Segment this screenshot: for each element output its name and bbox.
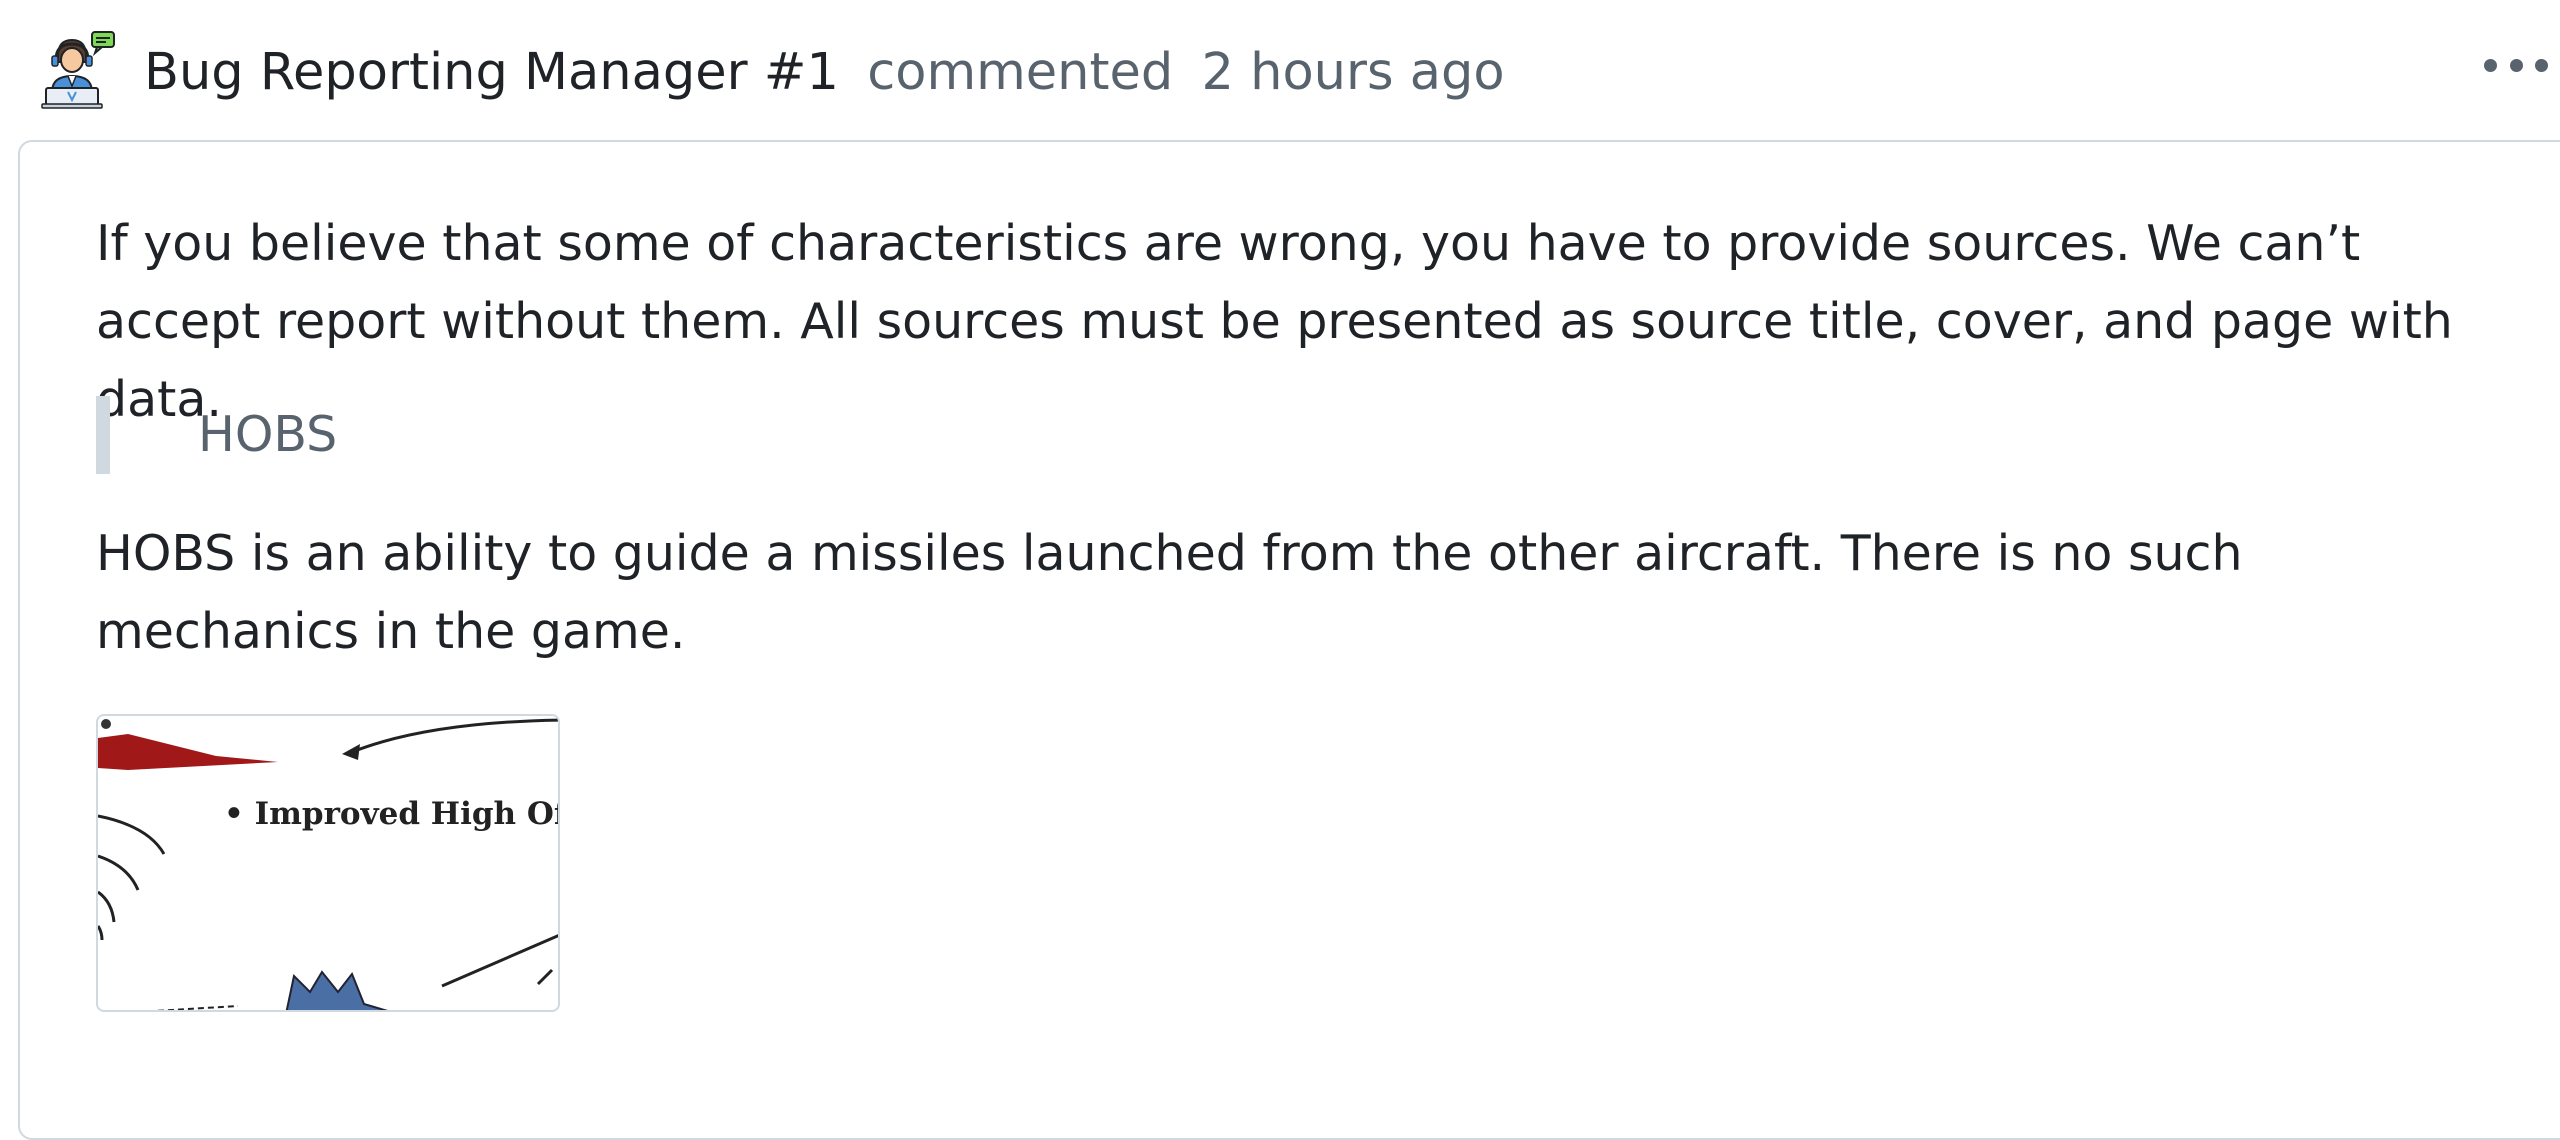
- attached-image[interactable]: • Improved High Off: [96, 714, 560, 1012]
- comment-paragraph: HOBS is an ability to guide a missiles l…: [96, 525, 2243, 660]
- blockquote-text: HOBS: [198, 406, 338, 463]
- more-options-button[interactable]: [2484, 48, 2548, 82]
- kebab-menu-icon: [2535, 58, 2548, 72]
- kebab-menu-icon: [2509, 58, 2523, 72]
- comment-author[interactable]: Bug Reporting Manager #1: [144, 43, 839, 102]
- image-caption-text: • Improved High Off: [224, 796, 560, 832]
- comment-action: commented: [867, 43, 1174, 102]
- comment-header-text: Bug Reporting Manager #1 commented 2 hou…: [144, 38, 1505, 108]
- avatar[interactable]: [40, 30, 116, 110]
- comment-timestamp[interactable]: 2 hours ago: [1201, 43, 1504, 102]
- comment-header: Bug Reporting Manager #1 commented 2 hou…: [0, 0, 2560, 140]
- blockquote: HOBS: [96, 396, 896, 474]
- support-agent-icon: [41, 31, 115, 109]
- kebab-menu-icon: [2484, 58, 2497, 72]
- hobs-diagram-image: [98, 718, 558, 1010]
